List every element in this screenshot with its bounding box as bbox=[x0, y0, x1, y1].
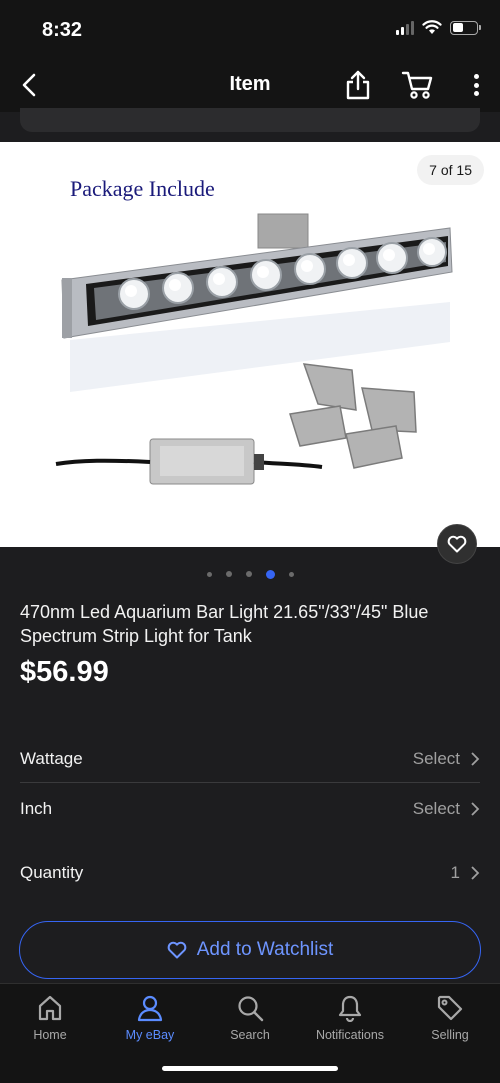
add-to-watchlist-label: Add to Watchlist bbox=[196, 939, 334, 960]
previous-card-edge bbox=[0, 108, 500, 142]
more-options-button[interactable] bbox=[466, 71, 486, 99]
nav-bar: Item bbox=[0, 58, 500, 112]
tab-label: Home bbox=[33, 1028, 67, 1042]
tab-label: Search bbox=[230, 1028, 270, 1042]
product-title: 470nm Led Aquarium Bar Light 21.65"/33"/… bbox=[20, 602, 429, 646]
status-time: 8:32 bbox=[42, 19, 83, 41]
divider bbox=[20, 782, 480, 783]
tag-icon bbox=[437, 995, 463, 1021]
option-row-wattage[interactable]: Wattage Select bbox=[20, 735, 480, 783]
option-label: Wattage bbox=[20, 749, 83, 768]
image-caption: Package Include bbox=[70, 176, 215, 201]
heart-icon bbox=[167, 941, 187, 959]
chevron-right-icon bbox=[471, 866, 480, 880]
status-bar: 8:32 bbox=[0, 0, 500, 58]
share-icon[interactable] bbox=[343, 69, 373, 101]
option-row-quantity[interactable]: Quantity 1 bbox=[20, 849, 480, 897]
pagination-dot[interactable] bbox=[225, 571, 232, 577]
chevron-right-icon bbox=[471, 752, 480, 766]
image-counter: 7 of 15 bbox=[417, 155, 484, 185]
product-photo bbox=[48, 142, 453, 547]
pagination-dot[interactable] bbox=[206, 571, 212, 577]
tab-my-ebay[interactable]: My eBay bbox=[100, 990, 200, 1050]
signal-icon bbox=[396, 20, 414, 35]
back-button[interactable] bbox=[14, 70, 44, 100]
tab-home[interactable]: Home bbox=[0, 990, 100, 1050]
image-gallery[interactable]: Package Include 7 of 15 bbox=[0, 142, 500, 547]
tab-notifications[interactable]: Notifications bbox=[300, 990, 400, 1050]
cart-icon[interactable] bbox=[401, 70, 435, 100]
search-icon bbox=[238, 996, 264, 1022]
add-to-watchlist-button[interactable]: Add to Watchlist bbox=[19, 921, 481, 979]
watch-heart-button[interactable] bbox=[437, 524, 477, 564]
pagination-dot[interactable] bbox=[245, 571, 252, 577]
option-row-inch[interactable]: Inch Select bbox=[20, 785, 480, 833]
battery-icon bbox=[450, 20, 481, 35]
option-value: Select bbox=[412, 749, 460, 768]
tab-label: My eBay bbox=[125, 1028, 175, 1042]
home-indicator bbox=[162, 1066, 338, 1071]
heart-icon bbox=[447, 535, 467, 553]
option-value: Select bbox=[412, 799, 460, 818]
chevron-right-icon bbox=[471, 802, 480, 816]
tab-search[interactable]: Search bbox=[200, 990, 300, 1050]
option-label: Inch bbox=[20, 799, 53, 818]
person-icon bbox=[137, 995, 163, 1022]
product-price: $56.99 bbox=[20, 656, 109, 688]
tab-selling[interactable]: Selling bbox=[400, 990, 500, 1050]
home-icon bbox=[38, 995, 62, 1021]
option-label: Quantity bbox=[20, 863, 84, 882]
tab-label: Notifications bbox=[315, 1028, 385, 1042]
gallery-pagination bbox=[0, 569, 500, 579]
chevron-left-icon bbox=[22, 73, 36, 97]
bell-icon bbox=[338, 995, 362, 1022]
status-icons bbox=[396, 20, 481, 35]
pagination-dot[interactable] bbox=[288, 571, 294, 577]
wifi-icon bbox=[422, 20, 442, 34]
quantity-value: 1 bbox=[450, 863, 460, 882]
tab-label: Selling bbox=[431, 1028, 469, 1042]
pagination-dot-active[interactable] bbox=[265, 569, 275, 579]
